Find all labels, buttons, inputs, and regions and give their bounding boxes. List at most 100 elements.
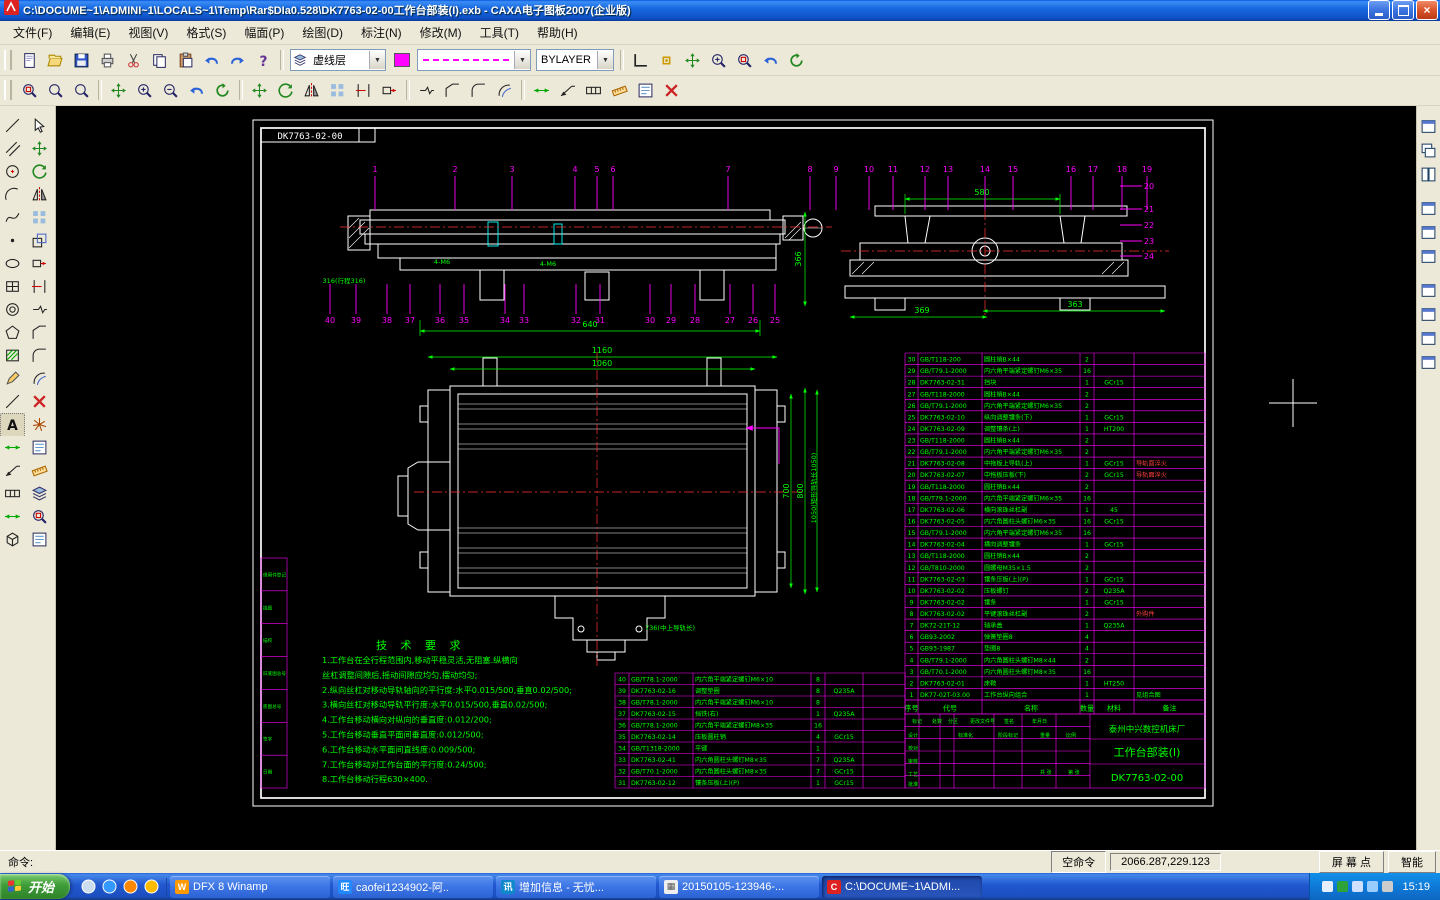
toolbar-dim-icon[interactable] bbox=[1416, 279, 1440, 302]
rotate-icon[interactable] bbox=[273, 78, 298, 103]
save-icon[interactable] bbox=[69, 48, 94, 73]
measure-icon[interactable] bbox=[27, 458, 53, 483]
tray-usb-icon[interactable] bbox=[1382, 881, 1394, 893]
settings-icon[interactable] bbox=[27, 527, 53, 552]
point-icon[interactable] bbox=[0, 228, 26, 253]
taskbar-task-wangwang[interactable]: 旺 caofei1234902-阿.. bbox=[333, 875, 494, 898]
toolbar-help-icon[interactable] bbox=[1416, 351, 1440, 374]
linetype-combo[interactable]: ▼ bbox=[417, 49, 531, 72]
menu-item-编辑(E)[interactable]: 编辑(E) bbox=[61, 21, 119, 44]
taskbar-task-message[interactable]: 讯增加信息 - 无忧... bbox=[496, 875, 657, 898]
media-player-icon[interactable] bbox=[121, 878, 139, 896]
zoom-all-icon[interactable] bbox=[69, 78, 94, 103]
delete-icon[interactable] bbox=[659, 78, 684, 103]
command-prompt[interactable]: 命令: bbox=[4, 854, 37, 870]
smart-snap-button[interactable]: 智能 bbox=[1388, 851, 1436, 874]
chamfer-icon[interactable] bbox=[27, 320, 53, 345]
layers-icon[interactable] bbox=[27, 481, 53, 506]
chevron-down-icon[interactable]: ▼ bbox=[514, 51, 530, 70]
zoom-prev-icon[interactable] bbox=[758, 48, 783, 73]
prev-view-icon[interactable] bbox=[184, 78, 209, 103]
props-icon[interactable] bbox=[27, 435, 53, 460]
mirror-icon[interactable] bbox=[27, 182, 53, 207]
new-icon[interactable] bbox=[17, 48, 42, 73]
pan-icon[interactable] bbox=[680, 48, 705, 73]
break-icon[interactable] bbox=[414, 78, 439, 103]
chevron-down-icon[interactable]: ▼ bbox=[597, 51, 613, 70]
copy-icon[interactable] bbox=[147, 48, 172, 73]
paste-icon[interactable] bbox=[173, 48, 198, 73]
delete-icon[interactable] bbox=[27, 389, 53, 414]
dim-icon[interactable] bbox=[0, 435, 26, 460]
menu-item-绘图(D)[interactable]: 绘图(D) bbox=[293, 21, 352, 44]
trim-icon[interactable] bbox=[27, 274, 53, 299]
osnap-icon[interactable] bbox=[654, 48, 679, 73]
sketch-icon[interactable] bbox=[0, 366, 26, 391]
tray-volume-icon[interactable] bbox=[1352, 881, 1364, 893]
line-icon[interactable] bbox=[0, 113, 26, 138]
zoom-out-icon[interactable] bbox=[158, 78, 183, 103]
coord-icon[interactable] bbox=[0, 504, 26, 529]
donut-icon[interactable] bbox=[0, 297, 26, 322]
drawing-canvas[interactable]: DK7763-02-00 640 366 580 369 363 1160 10… bbox=[55, 105, 1416, 850]
fillet-icon[interactable] bbox=[466, 78, 491, 103]
offset-icon[interactable] bbox=[492, 78, 517, 103]
select-icon[interactable] bbox=[27, 113, 53, 138]
extend-icon[interactable] bbox=[377, 78, 402, 103]
open-icon[interactable] bbox=[43, 48, 68, 73]
minimize-button[interactable] bbox=[1368, 0, 1390, 21]
layer-combo[interactable]: 虚线层 ▼ bbox=[290, 49, 386, 72]
tolerance-icon[interactable] bbox=[0, 481, 26, 506]
ellipse-icon[interactable] bbox=[0, 251, 26, 276]
chamfer-icon[interactable] bbox=[440, 78, 465, 103]
scale-icon[interactable] bbox=[27, 228, 53, 253]
explode-icon[interactable] bbox=[27, 412, 53, 437]
tolerance-icon[interactable] bbox=[581, 78, 606, 103]
ortho-icon[interactable] bbox=[628, 48, 653, 73]
close-button[interactable]: × bbox=[1416, 0, 1438, 21]
toolbar-grip[interactable] bbox=[4, 80, 12, 101]
color-button[interactable] bbox=[389, 48, 414, 73]
array-icon[interactable] bbox=[325, 78, 350, 103]
tile-windows-icon[interactable] bbox=[1416, 163, 1440, 186]
move-icon[interactable] bbox=[27, 136, 53, 161]
pan-icon[interactable] bbox=[106, 78, 131, 103]
rotate-icon[interactable] bbox=[27, 159, 53, 184]
taskbar-task-caxa[interactable]: C C:\DOCUME~1\ADMI... bbox=[822, 875, 983, 898]
circle-icon[interactable] bbox=[0, 159, 26, 184]
menu-item-格式(S)[interactable]: 格式(S) bbox=[177, 21, 235, 44]
help-icon[interactable]: ? bbox=[251, 48, 276, 73]
redo-icon[interactable] bbox=[225, 48, 250, 73]
chevron-down-icon[interactable]: ▼ bbox=[369, 51, 385, 70]
toolbar-draw-icon[interactable] bbox=[1416, 221, 1440, 244]
cut-icon[interactable] bbox=[121, 48, 146, 73]
cascade-windows-icon[interactable] bbox=[1416, 139, 1440, 162]
restore-button[interactable] bbox=[1392, 0, 1414, 21]
measure-icon[interactable] bbox=[607, 78, 632, 103]
block-icon[interactable] bbox=[0, 527, 26, 552]
move-icon[interactable] bbox=[247, 78, 272, 103]
zoom-dynamic-icon[interactable] bbox=[43, 78, 68, 103]
polygon-icon[interactable] bbox=[0, 320, 26, 345]
toolbar-lib-icon[interactable] bbox=[1416, 327, 1440, 350]
new-window-icon[interactable] bbox=[1416, 115, 1440, 138]
fillet-icon[interactable] bbox=[27, 343, 53, 368]
start-button[interactable]: 开始 bbox=[0, 874, 71, 900]
zoom-pane-icon[interactable] bbox=[27, 504, 53, 529]
leader-icon[interactable] bbox=[555, 78, 580, 103]
zoom-window-icon[interactable] bbox=[17, 78, 42, 103]
menu-item-文件(F)[interactable]: 文件(F) bbox=[4, 21, 61, 44]
linewidth-combo[interactable]: BYLAYER ▼ bbox=[536, 49, 614, 72]
taskbar-task-winamp[interactable]: W DFX 8 Winamp bbox=[170, 875, 331, 898]
break-icon[interactable] bbox=[27, 297, 53, 322]
trim-icon[interactable] bbox=[351, 78, 376, 103]
ie-icon[interactable] bbox=[100, 878, 118, 896]
menu-item-幅面(P)[interactable]: 幅面(P) bbox=[235, 21, 293, 44]
offset-icon[interactable] bbox=[27, 366, 53, 391]
rect-grid-icon[interactable] bbox=[0, 274, 26, 299]
print-icon[interactable] bbox=[95, 48, 120, 73]
tray-network-icon[interactable] bbox=[1367, 881, 1379, 893]
angle-line-icon[interactable] bbox=[0, 389, 26, 414]
dim-icon[interactable] bbox=[529, 78, 554, 103]
taskbar-task-image[interactable]: ▦ 20150105-123946-... bbox=[659, 875, 820, 898]
